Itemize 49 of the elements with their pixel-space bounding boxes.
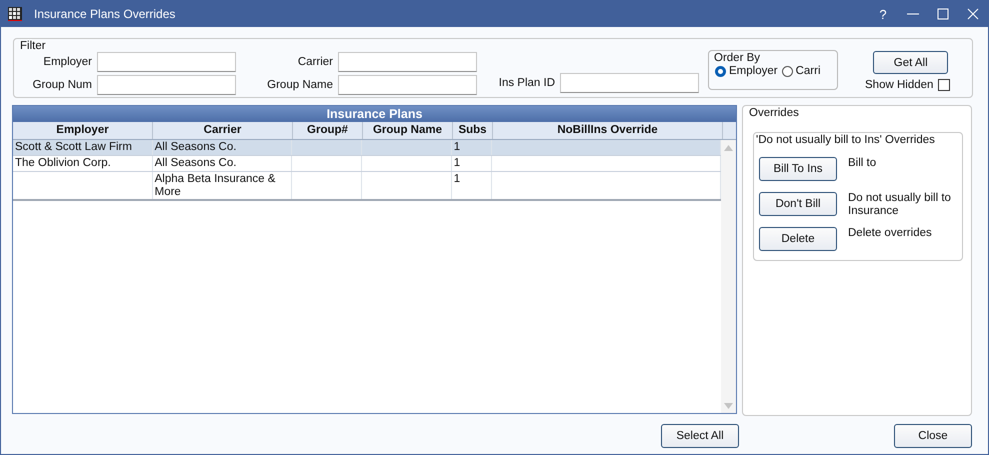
column-header[interactable]: Carrier bbox=[153, 122, 293, 139]
field-label: Employer bbox=[42, 56, 92, 68]
table-cell: Scott & Scott Law Firm bbox=[15, 141, 132, 153]
column-header[interactable]: Group# bbox=[293, 122, 363, 139]
table-row[interactable]: The Oblivion Corp. All Seasons Co. 1 bbox=[13, 156, 721, 172]
override-button[interactable]: Don't Bill bbox=[759, 192, 837, 216]
override-button[interactable]: Bill To Ins bbox=[759, 157, 837, 181]
get-all-button[interactable]: Get All bbox=[873, 51, 948, 74]
table-cell: All Seasons Co. bbox=[154, 141, 236, 153]
table-cell: Alpha Beta Insurance & More bbox=[154, 173, 276, 198]
table-cell: 1 bbox=[454, 157, 460, 169]
radio-button[interactable]: Employer bbox=[715, 65, 778, 77]
field-label: Carrier bbox=[296, 56, 333, 68]
input-field[interactable] bbox=[97, 75, 236, 95]
group-title: 'Do not usually bill to Ins' Overrides bbox=[756, 134, 935, 146]
action-description: Delete overrides bbox=[848, 227, 933, 240]
field-label: Ins Plan ID bbox=[498, 77, 555, 89]
action-description: Do not usually bill to Insurance bbox=[848, 192, 952, 218]
table-cell: The Oblivion Corp. bbox=[15, 157, 111, 169]
input-field[interactable] bbox=[338, 75, 477, 95]
grid-icon bbox=[8, 7, 22, 21]
panel-title: Overrides bbox=[749, 107, 799, 119]
table-row[interactable]: Scott & Scott Law Firm All Seasons Co. 1 bbox=[13, 140, 721, 156]
select-all-button[interactable]: Select All bbox=[661, 424, 739, 448]
table-cell: 1 bbox=[454, 173, 460, 185]
radio-button[interactable]: Carri bbox=[782, 65, 820, 77]
field-label: Group Name bbox=[266, 79, 333, 91]
table-cell: 1 bbox=[454, 141, 460, 153]
group-title: Filter bbox=[20, 40, 46, 52]
window-title: Insurance Plans Overrides bbox=[34, 7, 176, 21]
column-header[interactable]: Subs bbox=[453, 122, 493, 139]
grid-title: Insurance Plans bbox=[13, 106, 736, 122]
close-icon[interactable] bbox=[967, 8, 979, 20]
override-button[interactable]: Delete bbox=[759, 227, 837, 251]
input-field[interactable] bbox=[560, 73, 699, 93]
table-row[interactable]: Alpha Beta Insurance & More 1 bbox=[13, 172, 721, 201]
column-header[interactable]: NoBillIns Override bbox=[493, 122, 723, 139]
input-field[interactable] bbox=[97, 52, 236, 72]
help-button[interactable]: ? bbox=[868, 1, 898, 27]
column-header[interactable]: Employer bbox=[13, 122, 153, 139]
table-cell: All Seasons Co. bbox=[154, 157, 236, 169]
maximize-icon[interactable] bbox=[937, 8, 949, 20]
close-dialog-button[interactable]: Close bbox=[894, 424, 972, 448]
action-description: Bill to bbox=[848, 157, 878, 170]
show-hidden-checkbox[interactable]: Show Hidden bbox=[865, 79, 950, 91]
field-label: Group Num bbox=[32, 79, 92, 91]
input-field[interactable] bbox=[338, 52, 477, 72]
column-header[interactable]: Group Name bbox=[363, 122, 453, 139]
group-title: Order By bbox=[714, 52, 760, 64]
